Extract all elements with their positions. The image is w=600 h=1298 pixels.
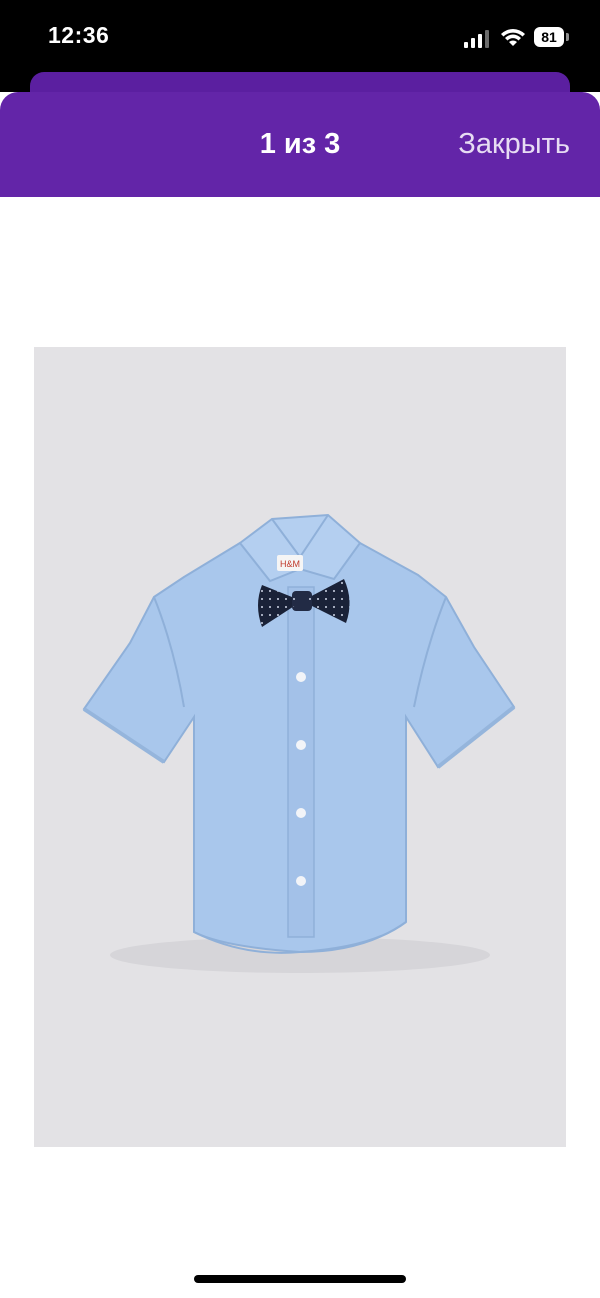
status-time: 12:36 xyxy=(48,22,110,48)
brand-label: H&M xyxy=(280,559,300,569)
battery-icon: 81 xyxy=(534,27,564,47)
shirt-with-bow-tie-icon: H&M xyxy=(82,513,516,973)
close-button[interactable]: Закрыть xyxy=(458,128,570,161)
home-indicator[interactable] xyxy=(194,1275,406,1283)
signal-icon xyxy=(464,30,489,48)
wifi-icon xyxy=(501,29,525,46)
product-image[interactable]: H&M xyxy=(34,347,566,1147)
battery-tip xyxy=(566,33,569,41)
